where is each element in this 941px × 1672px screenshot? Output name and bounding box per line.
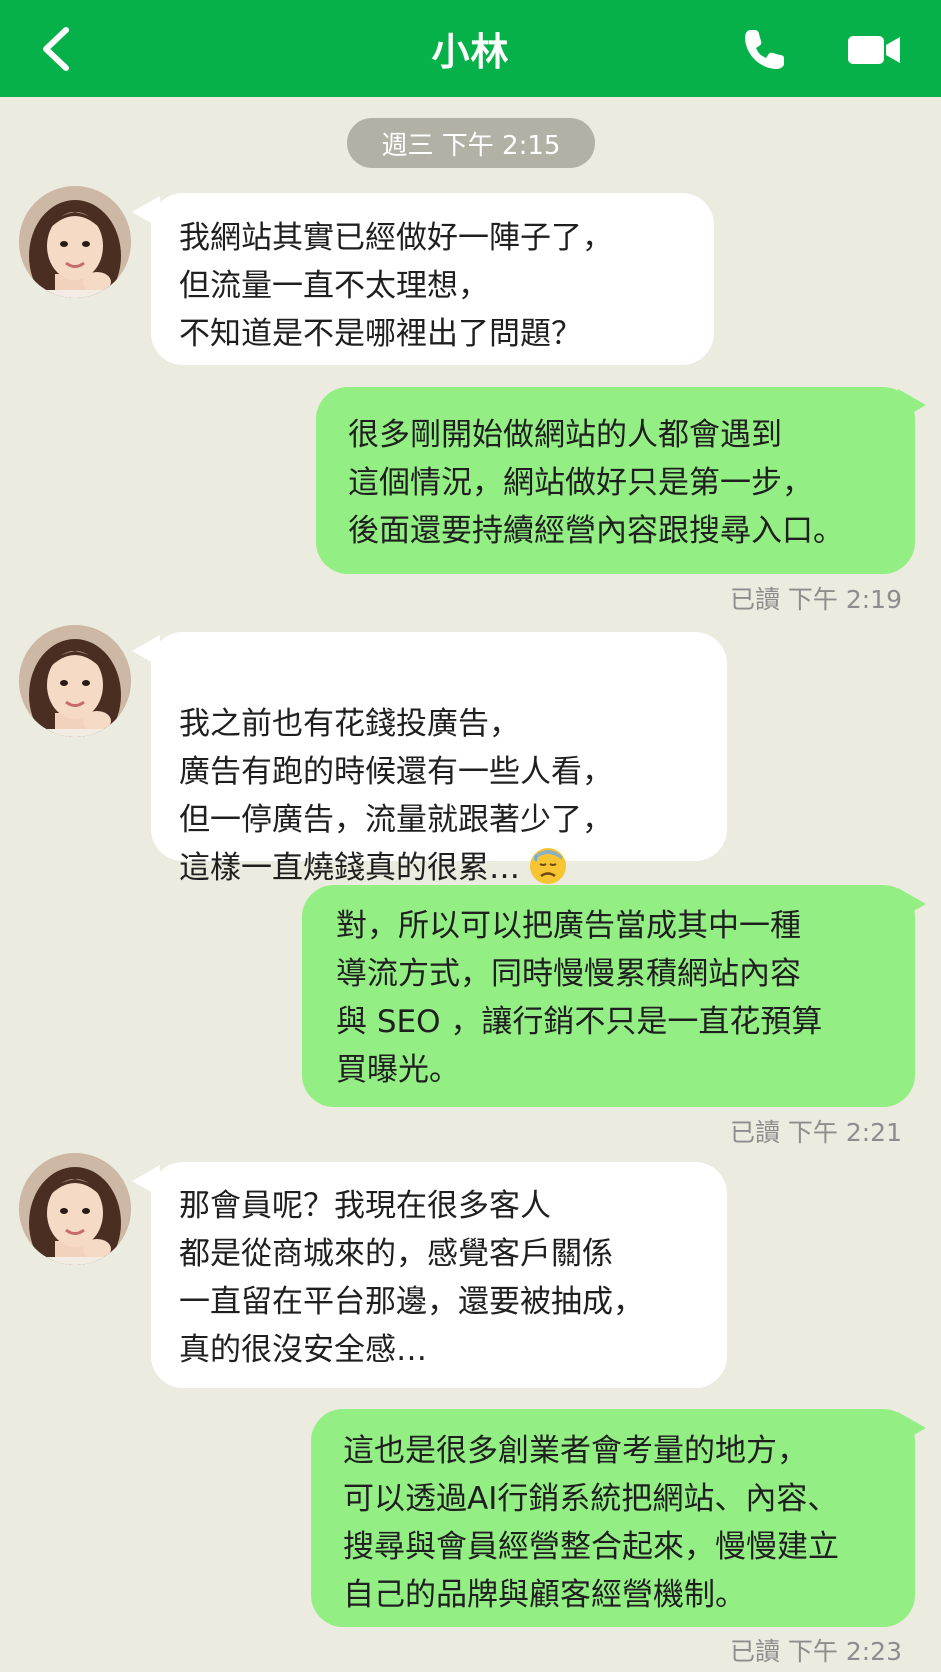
read-status: 已讀 下午 2:19 xyxy=(729,585,902,614)
chevron-left-icon[interactable] xyxy=(34,24,78,74)
phone-icon[interactable] xyxy=(740,24,790,74)
message-bubble-incoming[interactable]: 那會員呢？我現在很多客人 都是從商城來的，感覺客戶關係 一直留在平台那邊，還要被… xyxy=(151,1162,727,1388)
contact-avatar[interactable] xyxy=(19,186,131,298)
read-status: 已讀 下午 2:21 xyxy=(729,1118,902,1147)
read-status: 已讀 下午 2:23 xyxy=(729,1637,902,1666)
message-bubble-incoming[interactable]: 我網站其實已經做好一陣子了， 但流量一直不太理想， 不知道是不是哪裡出了問題？ xyxy=(151,193,714,365)
contact-avatar[interactable] xyxy=(19,1153,131,1265)
message-bubble-incoming[interactable]: 我之前也有花錢投廣告， 廣告有跑的時候還有一些人看， 但一停廣告，流量就跟著少了… xyxy=(151,632,727,886)
message-bubble-outgoing[interactable]: 對，所以可以把廣告當成其中一種 導流方式，同時慢慢累積網站內容 與 SEO ，讓… xyxy=(302,885,915,1107)
message-bubble-outgoing[interactable]: 很多剛開始做網站的人都會遇到 這個情況，網站做好只是第一步， 後面還要持續經營內… xyxy=(316,387,915,574)
contact-avatar[interactable] xyxy=(19,625,131,737)
message-bubble-outgoing[interactable]: 這也是很多創業者會考量的地方， 可以透過AI行銷系統把網站、內容、 搜尋與會員經… xyxy=(311,1409,915,1627)
avatar-portrait xyxy=(19,625,131,737)
avatar-portrait xyxy=(19,1153,131,1265)
video-camera-icon[interactable] xyxy=(846,30,902,70)
date-separator: 週三 下午 2:15 xyxy=(347,118,595,168)
chat-title: 小林 xyxy=(431,30,510,74)
avatar-portrait xyxy=(19,186,131,298)
sad-sweat-emoji-icon xyxy=(530,848,566,884)
chat-header: 小林 xyxy=(0,0,941,97)
